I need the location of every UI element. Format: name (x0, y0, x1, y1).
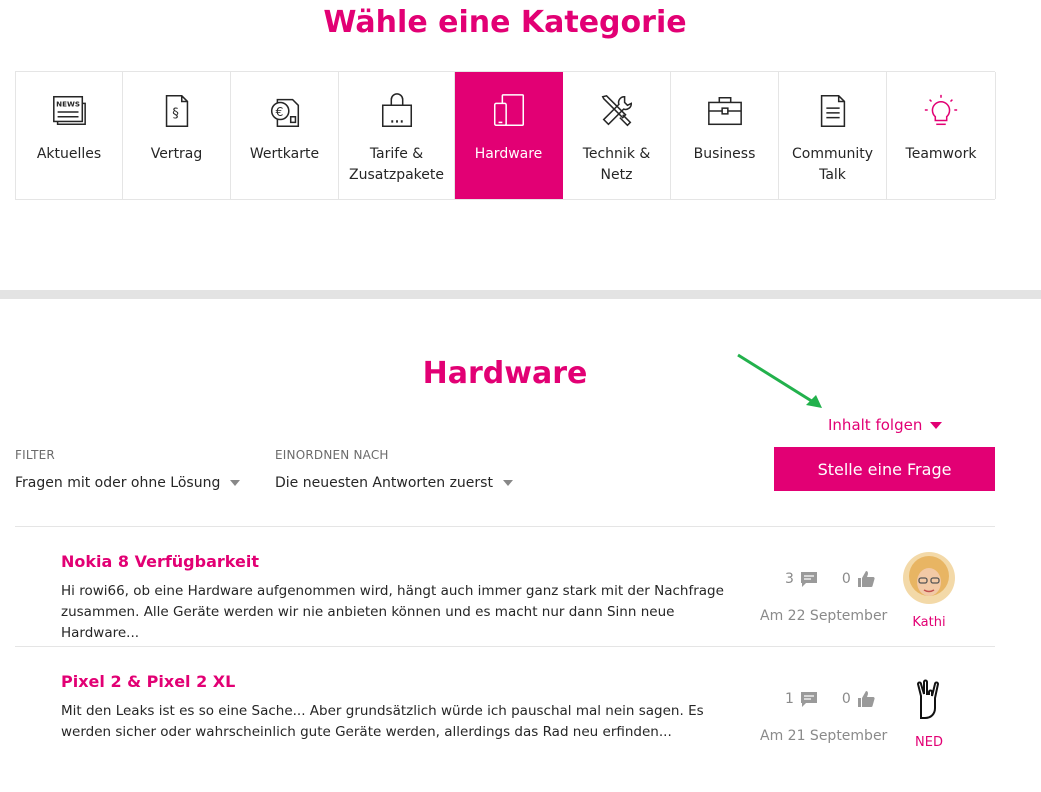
sort-control: EINORDNEN NACH Die neuesten Antworten zu… (275, 448, 513, 491)
section-title: Hardware (422, 356, 588, 391)
sort-dropdown[interactable]: Die neuesten Antworten zuerst (275, 475, 513, 491)
category-grid: NEWS Aktuelles § Vertrag € Wertkarte Tar… (15, 71, 996, 200)
post-excerpt: Hi rowi66, ob eine Hardware aufgenommen … (61, 583, 724, 641)
thumbs-up-icon[interactable] (857, 570, 875, 588)
reply-count: 3 (785, 571, 794, 587)
category-tile-teamwork[interactable]: Teamwork (887, 72, 996, 199)
post-date: Am 22 September (760, 608, 888, 624)
category-tile-technik[interactable]: Technik & Netz (563, 72, 671, 199)
filter-dropdown[interactable]: Fragen mit oder ohne Lösung (15, 475, 241, 491)
like-count: 0 (841, 691, 851, 707)
comment-icon (800, 692, 817, 707)
category-label: Business (693, 146, 756, 162)
post-stats: 3 0 (785, 570, 875, 588)
post-title-link[interactable]: Pixel 2 & Pixel 2 XL (61, 672, 235, 691)
filter-label: FILTER (15, 448, 55, 462)
follow-label: Inhalt folgen (828, 416, 923, 434)
category-tile-wertkarte[interactable]: € Wertkarte (231, 72, 339, 199)
tools-icon (597, 91, 637, 131)
caret-down-icon (230, 480, 241, 486)
devices-icon (489, 91, 529, 131)
follow-content-button[interactable]: Inhalt folgen (828, 416, 943, 434)
avatar[interactable] (903, 552, 955, 604)
category-label: Aktuelles (36, 146, 102, 162)
news-icon: NEWS (49, 91, 89, 131)
author-link[interactable]: NED (899, 735, 959, 750)
sort-value: Die neuesten Antworten zuerst (275, 475, 493, 491)
list-divider (15, 526, 995, 527)
category-tile-aktuelles[interactable]: NEWS Aktuelles (16, 72, 123, 199)
section-divider (0, 290, 1041, 299)
lightbulb-icon (921, 91, 961, 131)
caret-down-icon (502, 480, 513, 486)
post-stats: 1 0 (785, 690, 875, 708)
category-label: Vertrag (150, 146, 203, 162)
thumbs-up-icon[interactable] (857, 690, 875, 708)
category-heading: Wähle eine Kategorie (323, 5, 687, 40)
comment-icon (800, 572, 817, 587)
post-title-link[interactable]: Nokia 8 Verfügbarkeit (61, 552, 259, 571)
svg-text:§: § (172, 107, 179, 122)
author-link[interactable]: Kathi (899, 615, 959, 630)
list-item: Nokia 8 Verfügbarkeit Hi rowi66, ob eine… (15, 552, 995, 672)
briefcase-icon (705, 91, 745, 131)
category-tile-tarife[interactable]: Tarife & Zusatzpakete (339, 72, 455, 199)
category-tile-hardware[interactable]: Hardware (455, 72, 563, 199)
category-label: Hardware (474, 146, 543, 162)
category-tile-business[interactable]: Business (671, 72, 779, 199)
category-label: Tarife & Zusatzpakete (349, 146, 444, 183)
category-label: Community Talk (791, 146, 874, 183)
filter-control: FILTER Fragen mit oder ohne Lösung (15, 448, 241, 491)
post-excerpt: Mit den Leaks ist es so eine Sache... Ab… (61, 703, 704, 740)
category-tile-community-talk[interactable]: Community Talk (779, 72, 887, 199)
caret-down-icon (930, 421, 943, 429)
category-tile-vertrag[interactable]: § Vertrag (123, 72, 231, 199)
shopping-bag-icon (377, 91, 417, 131)
avatar[interactable] (903, 672, 955, 724)
prepaid-card-icon: € (265, 91, 305, 131)
like-count: 0 (841, 571, 851, 587)
document-icon (813, 91, 853, 131)
category-label: Wertkarte (249, 146, 320, 162)
filter-value: Fragen mit oder ohne Lösung (15, 475, 221, 491)
svg-text:NEWS: NEWS (56, 99, 80, 108)
annotation-arrow-icon (737, 353, 822, 408)
list-item: Pixel 2 & Pixel 2 XL Mit den Leaks ist e… (15, 672, 995, 792)
post-date: Am 21 September (760, 728, 888, 744)
sort-label: EINORDNEN NACH (275, 448, 389, 462)
reply-count: 1 (785, 691, 794, 707)
list-divider (15, 646, 995, 647)
contract-icon: § (157, 91, 197, 131)
svg-text:€: € (275, 105, 283, 119)
ask-question-button[interactable]: Stelle eine Frage (774, 447, 995, 491)
category-label: Technik & Netz (582, 146, 651, 183)
category-label: Teamwork (905, 146, 977, 162)
